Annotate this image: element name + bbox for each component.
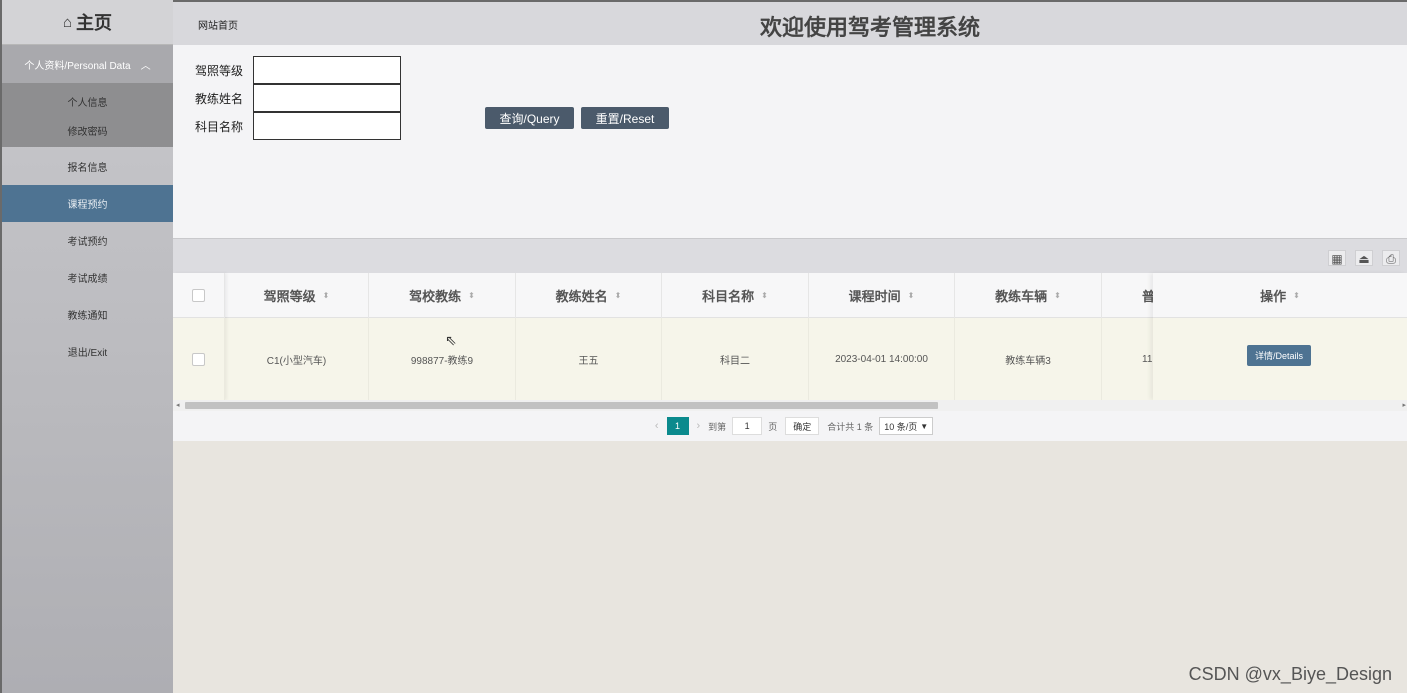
column-header-label: 驾校教练	[409, 289, 462, 304]
column-header-school-coach[interactable]: 驾校教练 ⬍	[369, 273, 516, 318]
column-header-label: 教练姓名	[555, 289, 608, 304]
search-panel: 驾照等级 教练姓名 科目名称 查询/Query 重置/Reset	[173, 45, 1407, 238]
mouse-cursor-icon: ⇖	[445, 332, 457, 348]
watermark: CSDN @vx_Biye_Design	[1188, 664, 1392, 684]
home-icon: ⌂	[62, 13, 73, 31]
submenu-item-personal-info[interactable]: 个人信息	[2, 94, 173, 109]
cell-coach-vehicle: 教练车辆3	[955, 318, 1102, 400]
column-header-label: 课程时间	[848, 289, 901, 304]
columns-icon[interactable]: ▦	[1328, 250, 1346, 266]
goto-page-input[interactable]: 1	[732, 417, 763, 435]
search-field-subject-name: 科目名称	[195, 112, 401, 140]
column-header-actions: 操作 ⬍	[1153, 273, 1407, 318]
cell-coach-name: 王五	[516, 318, 662, 400]
column-header-course-time[interactable]: 课程时间 ⬍	[809, 273, 955, 318]
fixed-left-column	[173, 273, 225, 400]
action-cell: 详情/Details	[1153, 318, 1407, 400]
scroll-right-icon[interactable]: ▸	[1402, 400, 1406, 411]
sort-icon[interactable]: ⬍	[1054, 291, 1061, 300]
home-logo[interactable]: ⌂ 主页	[2, 0, 173, 45]
sort-icon[interactable]: ⬍	[615, 291, 622, 300]
cell-course-time: 2023-04-01 14:00:00	[809, 318, 955, 400]
horizontal-scrollbar[interactable]: ◂ ▸	[173, 400, 1407, 411]
page-size-value: 10 条/页	[884, 421, 918, 432]
coach-name-label: 教练姓名	[195, 91, 244, 106]
table-toolbar: ▦ ⏏ ⎙	[173, 238, 1407, 273]
goto-label: 到第	[708, 421, 727, 432]
cell-license-level: C1(小型汽车)	[225, 318, 369, 400]
menu-group-label: 个人资料/Personal Data	[24, 60, 131, 72]
search-field-license-level: 驾照等级	[195, 56, 401, 84]
cell-school-coach: 998877-教练9	[369, 318, 516, 400]
export-icon[interactable]: ⏏	[1355, 250, 1373, 266]
column-header-coach-name[interactable]: 教练姓名 ⬍	[516, 273, 662, 318]
subject-name-input[interactable]	[253, 112, 401, 140]
reset-button[interactable]: 重置/Reset	[581, 107, 669, 129]
details-button[interactable]: 详情/Details	[1247, 345, 1311, 366]
column-header-subject-name[interactable]: 科目名称 ⬍	[662, 273, 809, 318]
column-header-label: 教练车辆	[995, 289, 1048, 304]
column-header-label: 操作	[1260, 288, 1287, 304]
goto-confirm-button[interactable]: 确定	[785, 417, 820, 435]
subject-name-label: 科目名称	[195, 119, 244, 134]
prev-page-icon[interactable]: ‹	[655, 420, 659, 432]
chevron-up-icon: ︿	[140, 60, 151, 72]
current-page-button[interactable]: 1	[666, 417, 689, 435]
logo-text: 主页	[76, 13, 113, 33]
page-unit-label: 页	[768, 421, 778, 432]
print-icon[interactable]: ⎙	[1382, 250, 1400, 266]
sidebar-item-course-booking[interactable]: 课程预约	[2, 185, 173, 222]
sort-icon[interactable]: ⬍	[908, 291, 915, 300]
sort-icon[interactable]: ⬍	[761, 291, 768, 300]
header: 网站首页 欢迎使用驾考管理系统	[173, 0, 1407, 45]
next-page-icon[interactable]: ›	[697, 420, 701, 432]
license-level-label: 驾照等级	[195, 63, 244, 78]
page-title: 欢迎使用驾考管理系统	[759, 15, 980, 40]
query-button[interactable]: 查询/Query	[485, 107, 574, 129]
content-empty-area	[173, 441, 1407, 693]
license-level-input[interactable]	[253, 56, 401, 84]
column-header-label: 驾照等级	[263, 289, 316, 304]
submenu-item-change-password[interactable]: 修改密码	[2, 123, 173, 138]
chevron-down-icon: ▼	[920, 421, 929, 431]
fixed-action-column: 操作 ⬍ 详情/Details	[1153, 273, 1407, 400]
pagination: ‹ 1 › 到第 1 页 确定 合计共 1 条 10 条/页 ▼	[173, 411, 1407, 441]
sort-icon[interactable]: ⬍	[468, 291, 475, 300]
sort-icon[interactable]: ⬍	[1293, 291, 1300, 300]
scroll-left-icon[interactable]: ◂	[176, 400, 180, 411]
page-size-select[interactable]: 10 条/页 ▼	[879, 417, 934, 435]
sidebar-item-exam-booking[interactable]: 考试预约	[2, 222, 173, 259]
column-header-label: 科目名称	[702, 289, 755, 304]
column-header-coach-vehicle[interactable]: 教练车辆 ⬍	[955, 273, 1102, 318]
search-field-coach-name: 教练姓名	[195, 84, 401, 112]
submenu-personal-data: 个人信息 修改密码	[2, 83, 173, 147]
scrollbar-thumb[interactable]	[185, 402, 938, 409]
cell-subject-name: 科目二	[662, 318, 809, 400]
menu-group-personal-data[interactable]: 个人资料/Personal Data ︿	[2, 45, 173, 83]
sidebar-item-exam-scores[interactable]: 考试成绩	[2, 259, 173, 296]
sidebar-item-exit[interactable]: 退出/Exit	[2, 333, 173, 370]
total-count: 合计共 1 条	[827, 421, 874, 432]
coach-name-input[interactable]	[253, 84, 401, 112]
sort-icon[interactable]: ⬍	[323, 291, 330, 300]
sidebar-item-registration[interactable]: 报名信息	[2, 148, 173, 185]
column-header-license-level[interactable]: 驾照等级 ⬍	[225, 273, 369, 318]
sidebar: ⌂ 主页 个人资料/Personal Data ︿ 个人信息 修改密码 报名信息…	[0, 0, 173, 693]
sidebar-item-coach-notices[interactable]: 教练通知	[2, 296, 173, 333]
